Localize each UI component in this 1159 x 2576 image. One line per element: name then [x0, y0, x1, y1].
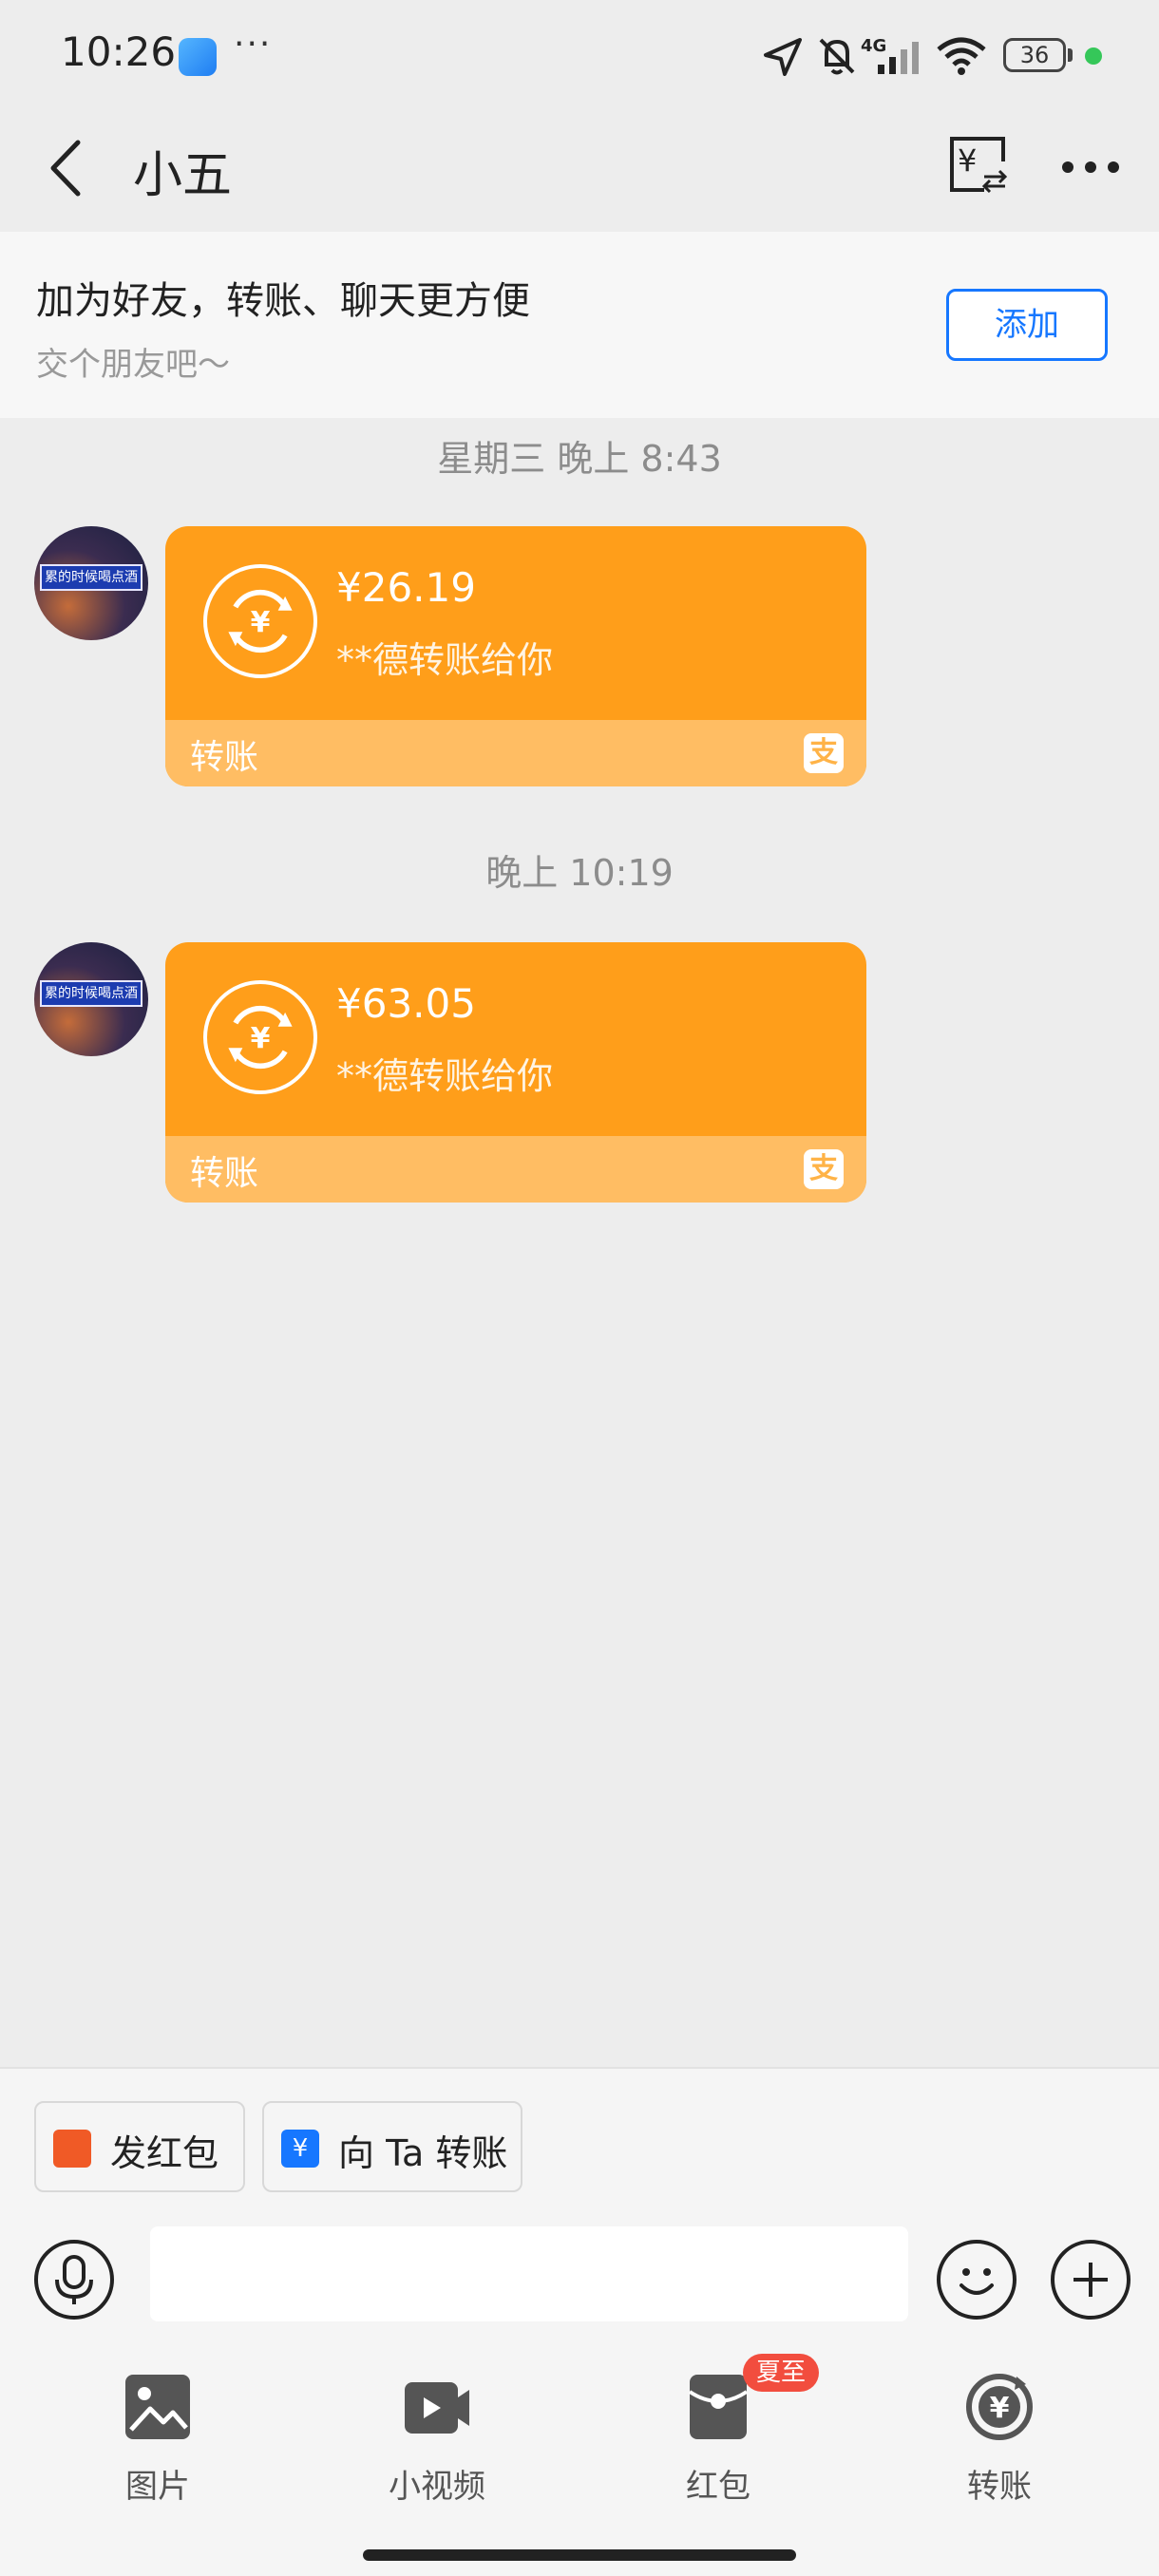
- send-red-envelope-button[interactable]: 发红包: [34, 2101, 245, 2192]
- bell-muted-icon: [819, 38, 855, 75]
- video-icon: [405, 2382, 469, 2434]
- input-row: [0, 2226, 1159, 2331]
- wifi-icon: [937, 37, 986, 75]
- tool-video[interactable]: 小视频: [352, 2373, 522, 2515]
- tool-red-packet[interactable]: 红包: [633, 2373, 804, 2515]
- smile-icon: [960, 2268, 994, 2295]
- message-input[interactable]: [150, 2226, 908, 2321]
- more-options-button[interactable]: [1060, 148, 1121, 186]
- chat-header: 小五 ¥: [0, 99, 1159, 232]
- image-icon: [125, 2375, 190, 2439]
- alipay-icon: 支: [804, 733, 844, 773]
- red-envelope-icon: [53, 2130, 91, 2168]
- back-button[interactable]: [40, 135, 97, 201]
- avatar-sign-text: 累的时候喝点酒: [40, 980, 142, 1007]
- location-icon: [764, 38, 802, 76]
- svg-text:¥: ¥: [958, 142, 977, 179]
- tool-label: 转账: [967, 2468, 1032, 2506]
- more-tools-button[interactable]: [1051, 2240, 1130, 2320]
- message-timestamp: 晚上 10:19: [485, 852, 674, 894]
- avatar[interactable]: 累的时候喝点酒: [34, 942, 148, 1056]
- tool-label: 红包: [686, 2468, 750, 2506]
- bottom-panel: 发红包 ¥ 向 Ta 转账 图片 小视频 红包 ¥ 转账 夏至: [0, 2067, 1159, 2576]
- cloud-icon: [179, 38, 217, 76]
- banner-subtitle: 交个朋友吧～: [36, 346, 230, 384]
- transfer-description: **德转账给你: [336, 1055, 554, 1097]
- avatar-sign-text: 累的时候喝点酒: [40, 564, 142, 591]
- battery-tip: [1068, 48, 1073, 62]
- battery-indicator: 36: [1003, 38, 1066, 72]
- chat-title: 小五: [133, 147, 233, 204]
- transfer-footer-label: 转账: [190, 738, 259, 777]
- status-time: 10:26: [61, 28, 177, 75]
- transfer-footer-label: 转账: [190, 1154, 259, 1193]
- signal-icon: [878, 42, 919, 74]
- quick-action-label: 发红包: [110, 2132, 219, 2174]
- add-friend-button[interactable]: 添加: [946, 289, 1108, 361]
- transfer-card[interactable]: ¥ ¥26.19 **德转账给你 转账 支: [165, 526, 866, 786]
- svg-text:¥: ¥: [251, 1022, 271, 1055]
- microphone-icon: [55, 2255, 93, 2304]
- transfer-icon: ¥: [203, 564, 317, 678]
- transfer-card-footer: 转账 支: [165, 720, 866, 786]
- emoji-button[interactable]: [937, 2240, 1016, 2320]
- red-packet-icon: [688, 2375, 749, 2439]
- tool-transfer[interactable]: ¥ 转账: [914, 2373, 1085, 2515]
- tool-image[interactable]: 图片: [72, 2373, 243, 2515]
- home-indicator[interactable]: [363, 2549, 796, 2561]
- alipay-icon: 支: [804, 1149, 844, 1189]
- banner-title: 加为好友，转账、聊天更方便: [36, 279, 530, 323]
- transfer-icon: ¥: [281, 2130, 319, 2168]
- svg-text:¥: ¥: [990, 2392, 1010, 2425]
- plus-icon: [1074, 2263, 1108, 2297]
- transfer-amount: ¥63.05: [336, 980, 476, 1027]
- transfer-circle-icon: ¥: [966, 2374, 1033, 2440]
- solstice-badge: 夏至: [743, 2354, 820, 2392]
- transfer-amount: ¥26.19: [336, 564, 476, 611]
- tool-label: 图片: [125, 2468, 190, 2506]
- voice-input-button[interactable]: [34, 2240, 114, 2320]
- transfer-card[interactable]: ¥ ¥63.05 **德转账给你 转账 支: [165, 942, 866, 1203]
- transfer-description: **德转账给你: [336, 639, 554, 681]
- transfer-record-icon[interactable]: ¥: [946, 133, 1009, 196]
- transfer-card-footer: 转账 支: [165, 1136, 866, 1203]
- status-bar: 10:26 ··· 4G 36: [0, 0, 1159, 99]
- status-dots: ···: [234, 25, 273, 64]
- transfer-icon: ¥: [203, 980, 317, 1094]
- avatar[interactable]: 累的时候喝点酒: [34, 526, 148, 640]
- quick-action-label: 向 Ta 转账: [338, 2132, 508, 2174]
- tool-label: 小视频: [389, 2468, 485, 2506]
- message-timestamp: 星期三 晚上 8:43: [437, 438, 722, 480]
- privacy-indicator-dot: [1085, 47, 1102, 65]
- svg-text:¥: ¥: [251, 606, 271, 639]
- transfer-to-ta-button[interactable]: ¥ 向 Ta 转账: [262, 2101, 522, 2192]
- add-friend-banner: 加为好友，转账、聊天更方便 交个朋友吧～ 添加: [0, 232, 1159, 418]
